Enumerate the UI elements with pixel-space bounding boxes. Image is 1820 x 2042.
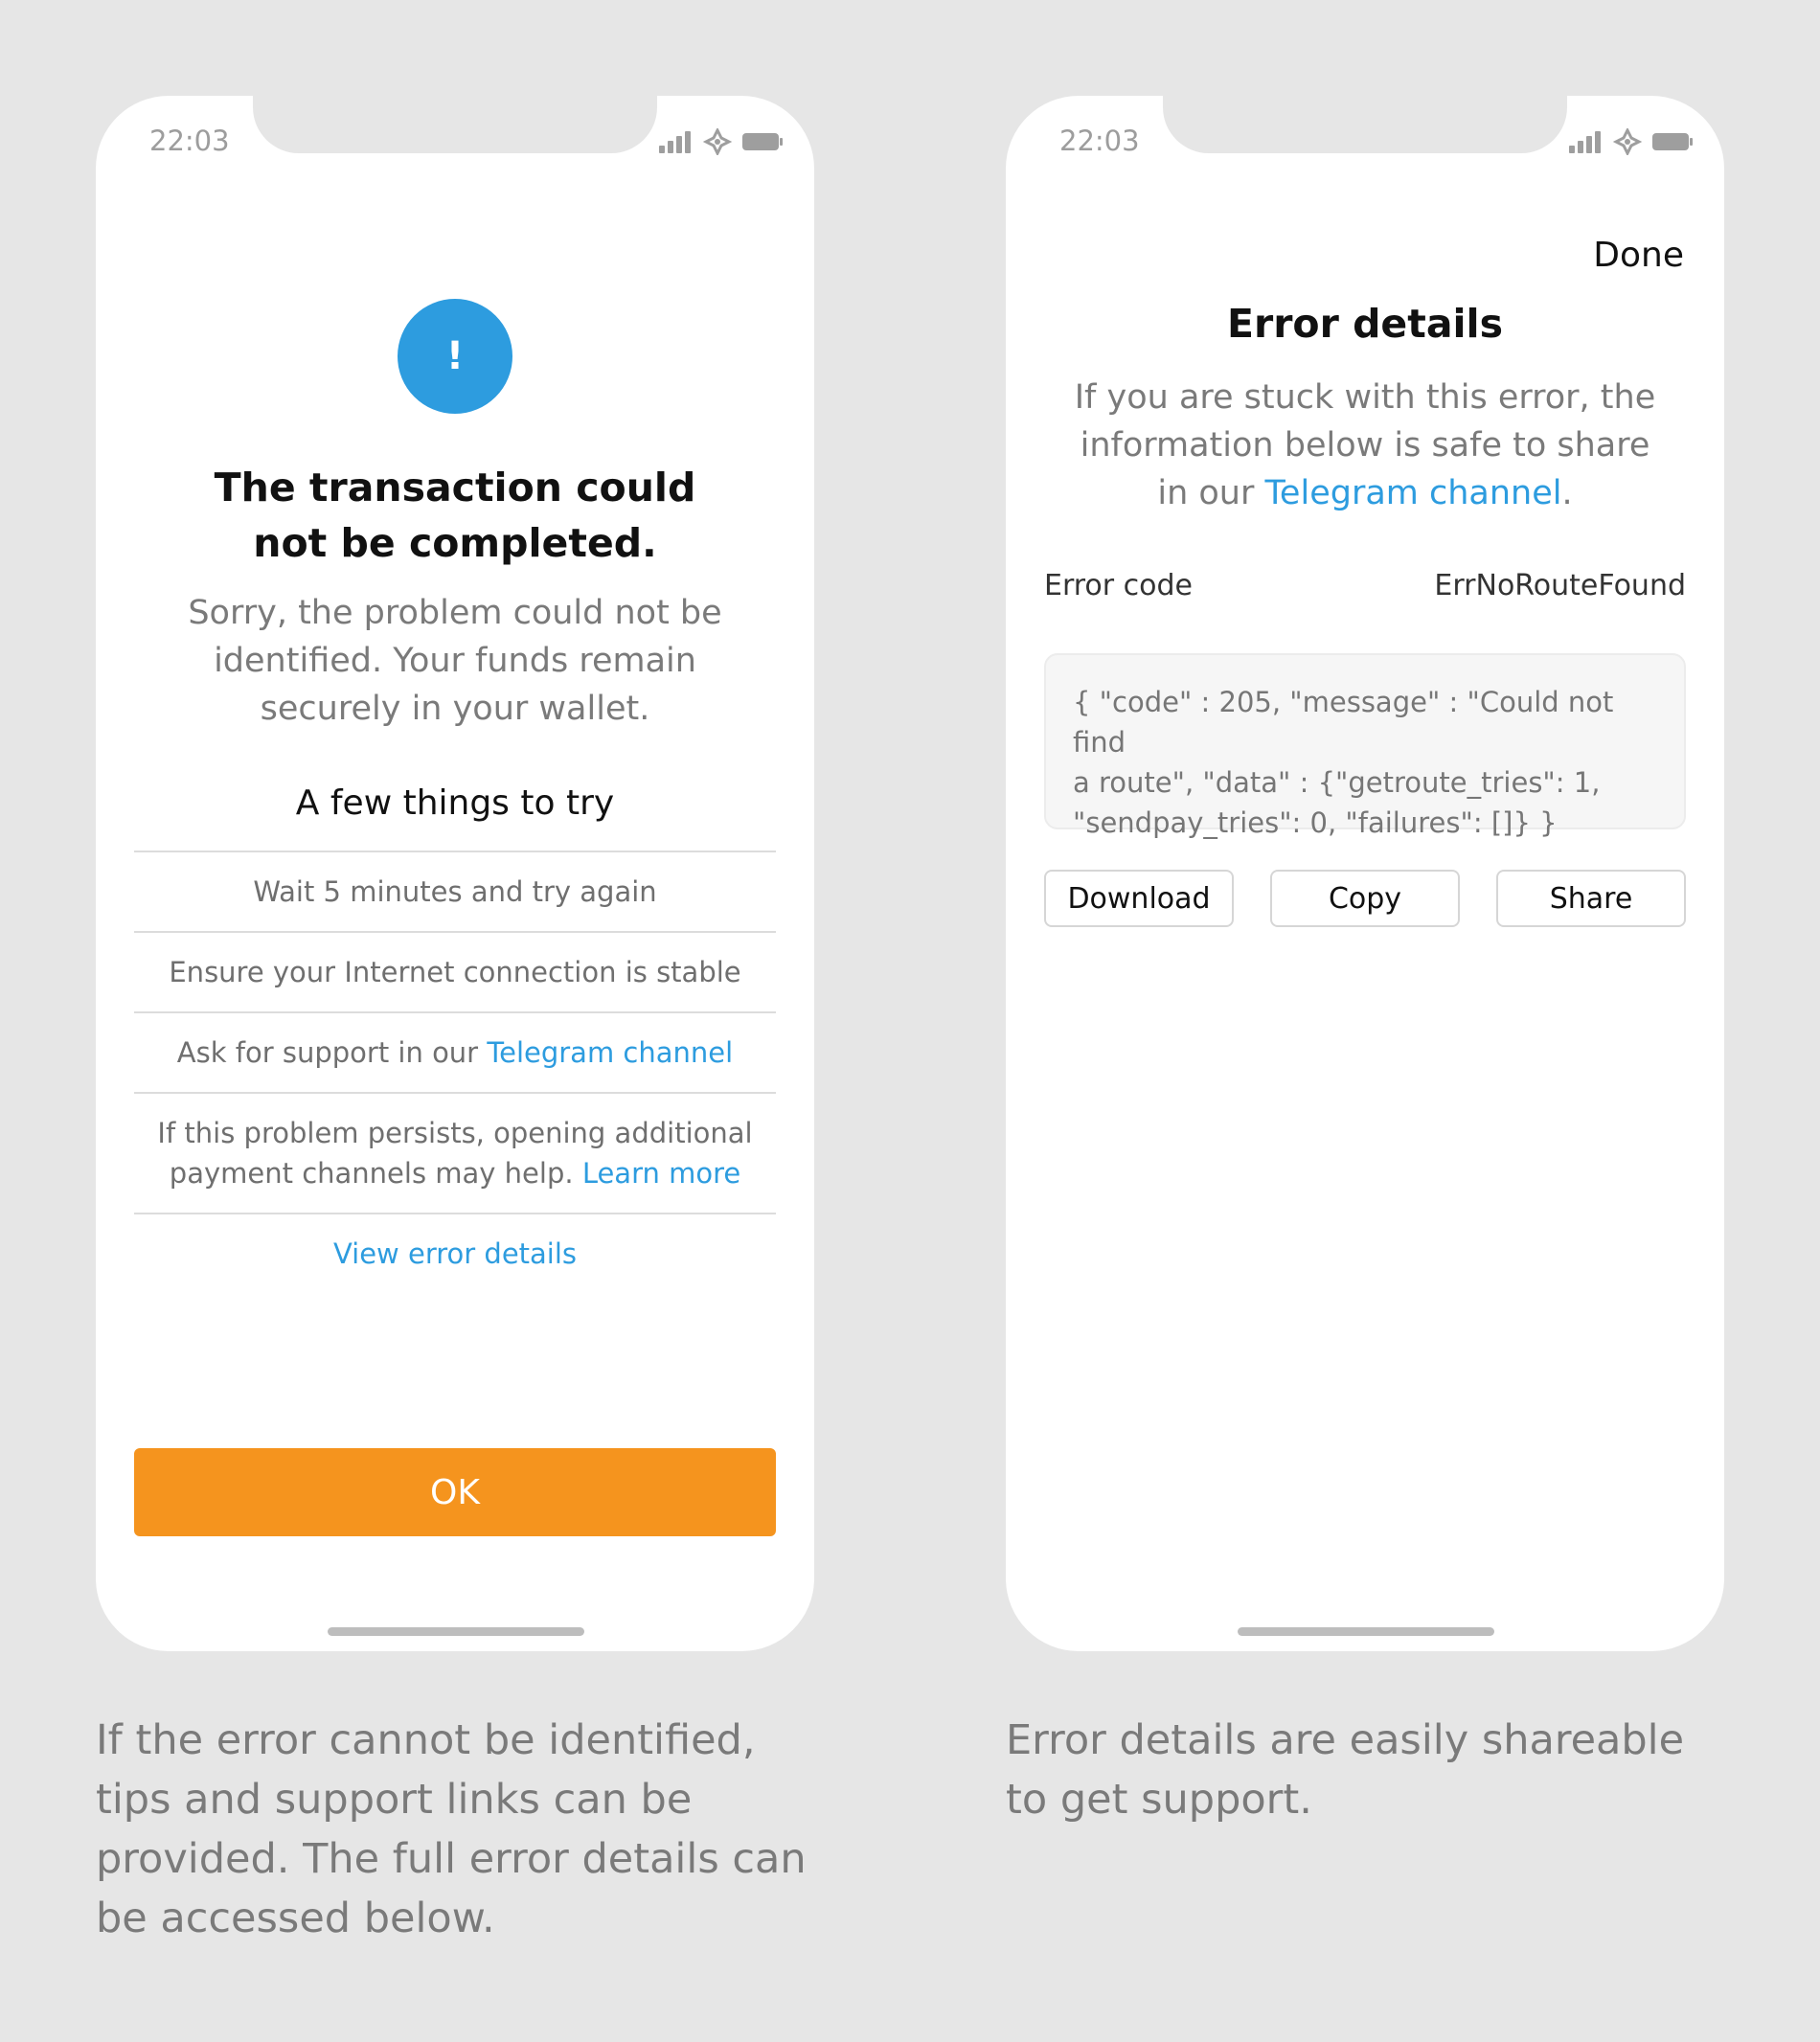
signal-icon (1569, 130, 1605, 153)
learn-more-link[interactable]: Learn more (582, 1157, 740, 1190)
ok-button[interactable]: OK (134, 1448, 776, 1536)
phone-notch (253, 96, 657, 153)
tip-payment-channels: If this problem persists, opening additi… (134, 1092, 776, 1213)
share-button[interactable]: Share (1496, 870, 1686, 927)
tip-support: Ask for support in our Telegram channel (134, 1011, 776, 1092)
caption-left: If the error cannot be identified, tips … (96, 1716, 807, 1942)
error-json-box: { "code" : 205, "message" : "Could not f… (1044, 653, 1686, 839)
battery-icon (1652, 133, 1693, 150)
error-code-label: Error code (1044, 569, 1194, 602)
home-indicator[interactable] (328, 1627, 584, 1636)
home-indicator[interactable] (1238, 1627, 1494, 1636)
download-button[interactable]: Download (1044, 870, 1234, 927)
error-actions: Download Copy Share (1044, 870, 1686, 927)
copy-button[interactable]: Copy (1270, 870, 1460, 927)
error-title: The transaction could not be completed. (214, 465, 696, 566)
phone-screen-error: 22:03 ! The transaction could not be com… (96, 96, 814, 1651)
done-button[interactable]: Done (1593, 236, 1684, 275)
tips-list: Wait 5 minutes and try again Ensure your… (134, 851, 776, 1293)
tip-wait: Wait 5 minutes and try again (134, 851, 776, 931)
status-time: 22:03 (149, 125, 230, 157)
status-icons (659, 128, 785, 157)
status-time: 22:03 (1059, 125, 1140, 157)
telegram-channel-link[interactable]: Telegram channel (1265, 474, 1562, 512)
alert-icon: ! (398, 299, 512, 414)
wifi-icon (1613, 128, 1642, 155)
error-details-title: Error details (1226, 301, 1504, 347)
error-subtitle: Sorry, the problem could not be identifi… (188, 594, 722, 728)
telegram-channel-link[interactable]: Telegram channel (487, 1036, 733, 1069)
battery-icon (742, 133, 783, 150)
wifi-icon (703, 128, 732, 155)
error-code-value: ErrNoRouteFound (1434, 569, 1686, 602)
phone-screen-error-details: 22:03 Done Error details If you are stuc… (1006, 96, 1724, 1651)
signal-icon (659, 130, 695, 153)
tip-internet: Ensure your Internet connection is stabl… (134, 931, 776, 1011)
tips-heading: A few things to try (295, 783, 615, 823)
caption-right: Error details are easily shareable to ge… (1006, 1716, 1685, 1824)
view-error-details-row: View error details (134, 1213, 776, 1293)
error-details-subtitle: If you are stuck with this error, the in… (1074, 378, 1656, 512)
view-error-details-link[interactable]: View error details (333, 1234, 577, 1274)
phone-notch (1163, 96, 1567, 153)
status-icons (1569, 128, 1695, 157)
